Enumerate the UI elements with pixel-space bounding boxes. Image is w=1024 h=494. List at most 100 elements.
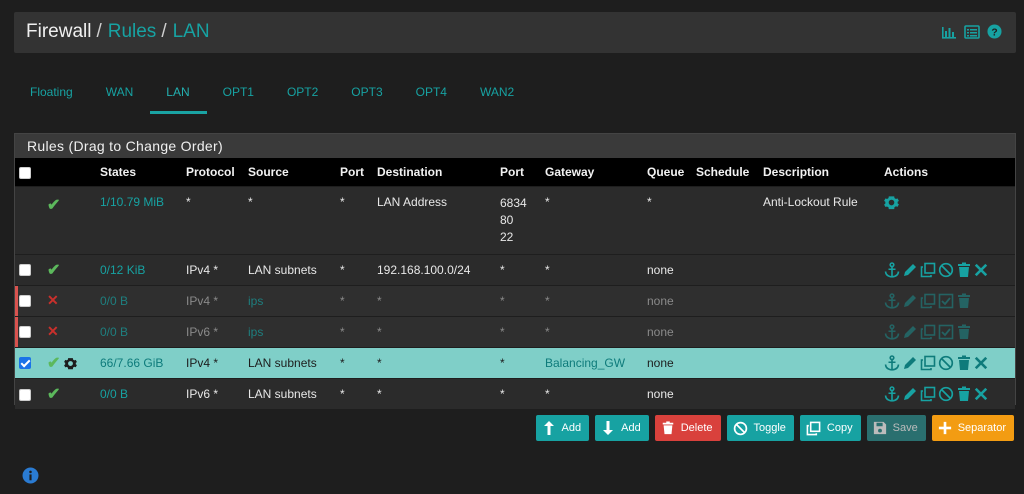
col-destination: Destination — [377, 164, 443, 179]
trash-icon[interactable] — [956, 386, 972, 402]
source-alias-link[interactable]: ips — [244, 284, 336, 316]
states-link[interactable]: 1/10.79 MiB — [96, 185, 182, 254]
table-row[interactable]: ✕ 0/0 B IPv4 * ips * * * * none — [15, 284, 1015, 316]
source-alias-link[interactable]: ips — [244, 315, 336, 347]
pass-check-icon: ✔ — [47, 196, 61, 214]
help-icon[interactable]: ? — [987, 24, 1002, 39]
rules-panel: Rules (Drag to Change Order) States Prot… — [14, 133, 1016, 409]
source-port-cell: * — [336, 185, 373, 254]
edit-pencil-icon[interactable] — [902, 386, 918, 402]
anchor-icon[interactable] — [884, 292, 900, 309]
breadcrumb-rules-link[interactable]: Rules — [108, 21, 157, 42]
description-cell — [759, 346, 880, 378]
pass-check-icon[interactable]: ✔ — [47, 355, 60, 372]
copy-icon[interactable] — [920, 262, 936, 278]
copy-icon[interactable] — [920, 355, 936, 371]
edit-pencil-icon[interactable] — [902, 262, 918, 278]
tab-lan[interactable]: LAN — [150, 74, 207, 114]
protocol-cell: IPv4 * — [182, 346, 244, 378]
tab-opt2[interactable]: OPT2 — [271, 74, 335, 114]
disable-icon[interactable] — [938, 386, 954, 402]
row-checkbox[interactable] — [15, 346, 43, 378]
anchor-icon[interactable] — [884, 385, 900, 402]
delete-x-icon[interactable] — [974, 263, 988, 277]
pass-check-icon[interactable]: ✔ — [47, 262, 60, 279]
tab-floating[interactable]: Floating — [14, 74, 90, 114]
rules-table: States Protocol Source Port Destination … — [15, 158, 1015, 409]
table-row[interactable]: ✔ 0/12 KiB IPv4 * LAN subnets * 192.168.… — [15, 253, 1015, 285]
anchor-icon[interactable] — [884, 261, 900, 278]
pass-check-icon[interactable]: ✔ — [47, 386, 60, 403]
breadcrumb-lan-link[interactable]: LAN — [173, 21, 210, 42]
trash-icon[interactable] — [956, 293, 972, 309]
col-source-port: Port — [340, 164, 364, 179]
select-all-checkbox[interactable] — [15, 158, 43, 186]
copy-icon[interactable] — [920, 324, 936, 340]
page-header: Firewall / Rules / LAN ? — [14, 12, 1016, 53]
states-link[interactable]: 0/12 KiB — [96, 253, 182, 285]
tab-opt1[interactable]: OPT1 — [207, 74, 271, 114]
table-row[interactable]: ✕ 0/0 B IPv6 * ips * * * * none — [15, 315, 1015, 347]
states-link[interactable]: 0/0 B — [96, 284, 182, 316]
anchor-icon[interactable] — [884, 354, 900, 371]
list-icon[interactable] — [964, 24, 980, 39]
save-button[interactable]: Save — [866, 415, 926, 441]
enable-check-square-icon[interactable] — [938, 324, 954, 340]
row-checkbox[interactable] — [15, 315, 43, 347]
copy-button[interactable]: Copy — [799, 415, 861, 441]
row-checkbox[interactable] — [15, 253, 43, 285]
anchor-icon[interactable] — [884, 323, 900, 340]
delete-button[interactable]: Delete — [654, 415, 721, 441]
gateway-cell: * — [541, 185, 643, 254]
tab-opt4[interactable]: OPT4 — [400, 74, 464, 114]
col-gateway: Gateway — [545, 164, 595, 179]
tab-opt3[interactable]: OPT3 — [335, 74, 399, 114]
copy-icon[interactable] — [920, 386, 936, 402]
gateway-link[interactable]: Balancing_GW — [541, 346, 643, 378]
table-row[interactable]: ✔ 1/10.79 MiB * * * LAN Address 6834 80 … — [15, 185, 1015, 254]
edit-pencil-icon[interactable] — [902, 293, 918, 309]
add-bottom-button[interactable]: Add — [595, 415, 649, 441]
block-x-icon[interactable]: ✕ — [47, 292, 59, 308]
separator-button[interactable]: Separator — [931, 415, 1014, 441]
schedule-cell — [692, 377, 759, 409]
add-bottom-label: Add — [621, 422, 641, 434]
edit-pencil-icon[interactable] — [902, 355, 918, 371]
enable-check-square-icon[interactable] — [938, 293, 954, 309]
source-port-cell: * — [336, 346, 373, 378]
port-line: 80 — [500, 212, 514, 227]
delete-x-icon[interactable] — [974, 356, 988, 370]
disable-icon[interactable] — [938, 355, 954, 371]
trash-icon[interactable] — [956, 355, 972, 371]
gear-icon[interactable] — [884, 195, 899, 213]
info-icon[interactable] — [22, 467, 39, 487]
protocol-cell: IPv4 * — [182, 284, 244, 316]
delete-x-icon[interactable] — [974, 387, 988, 401]
interface-tabs: Floating WAN LAN OPT1 OPT2 OPT3 OPT4 WAN… — [14, 74, 531, 114]
row-checkbox[interactable] — [15, 284, 43, 316]
protocol-cell: IPv6 * — [182, 377, 244, 409]
states-link[interactable]: 66/7.66 GiB — [96, 346, 182, 378]
states-link[interactable]: 0/0 B — [96, 315, 182, 347]
block-x-icon[interactable]: ✕ — [47, 323, 59, 339]
table-row[interactable]: ✔ 66/7.66 GiB IPv4 * LAN subnets * * * B… — [15, 346, 1015, 378]
add-top-button[interactable]: Add — [535, 415, 590, 441]
separator-label: Separator — [957, 422, 1006, 434]
states-link[interactable]: 0/0 B — [96, 377, 182, 409]
disable-icon[interactable] — [938, 262, 954, 278]
chart-icon[interactable] — [941, 25, 957, 39]
trash-icon[interactable] — [956, 262, 972, 278]
tab-wan[interactable]: WAN — [90, 74, 151, 114]
toggle-button[interactable]: Toggle — [726, 415, 794, 441]
source-cell: LAN subnets — [244, 346, 336, 378]
row-checkbox[interactable] — [15, 377, 43, 409]
gateway-cell: * — [541, 284, 643, 316]
tab-wan2[interactable]: WAN2 — [464, 74, 531, 114]
trash-icon[interactable] — [956, 324, 972, 340]
table-row[interactable]: ✔ 0/0 B IPv6 * LAN subnets * * * * none — [15, 377, 1015, 409]
description-cell — [759, 284, 880, 316]
edit-pencil-icon[interactable] — [902, 324, 918, 340]
description-cell — [759, 377, 880, 409]
toggle-label: Toggle — [753, 422, 786, 434]
copy-icon[interactable] — [920, 293, 936, 309]
